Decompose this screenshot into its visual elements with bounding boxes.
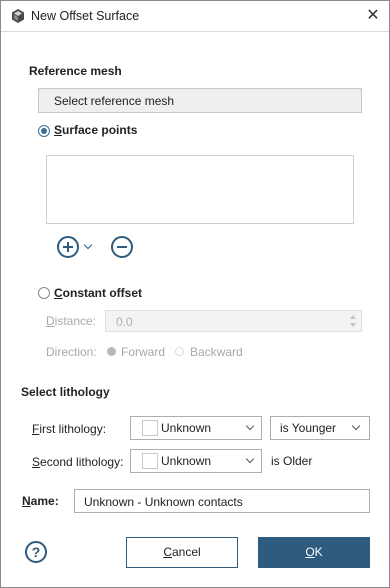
add-icon-v — [67, 242, 69, 252]
second-relation-text: is Older — [271, 454, 313, 468]
relation-value: is Younger — [280, 421, 337, 435]
constant-offset-label[interactable]: Constant offset — [54, 286, 142, 300]
dialog-window: New Offset Surface ✕ Reference mesh Sele… — [0, 0, 390, 588]
remove-icon[interactable] — [111, 236, 133, 258]
add-icon[interactable] — [57, 236, 79, 258]
second-lithology-swatch — [142, 453, 158, 469]
window-title: New Offset Surface — [31, 9, 140, 23]
ok-label-rest: K — [314, 545, 323, 559]
surface-points-label[interactable]: Surface points — [54, 123, 137, 137]
first-lithology-select[interactable]: Unknown — [130, 416, 262, 440]
surface-points-radio[interactable] — [38, 125, 50, 137]
first-lithology-value: Unknown — [161, 421, 212, 435]
relation-select[interactable]: is Younger — [270, 416, 370, 440]
forward-radio[interactable] — [107, 347, 116, 356]
backward-label: Backward — [190, 345, 243, 359]
second-lithology-select[interactable]: Unknown — [130, 449, 262, 473]
surface-points-list[interactable] — [46, 155, 354, 224]
name-input[interactable]: Unknown - Unknown contacts — [74, 489, 370, 513]
backward-radio[interactable] — [175, 347, 184, 356]
constant-offset-label-rest: onstant offset — [62, 286, 143, 300]
second-lithology-label: Second lithology: — [32, 455, 123, 469]
ok-mnemonic: O — [305, 545, 315, 559]
app-icon — [12, 9, 24, 23]
name-label: Name: — [22, 494, 59, 508]
chevron-down-icon — [245, 454, 255, 464]
help-icon[interactable]: ? — [25, 541, 47, 563]
select-lithology-heading: Select lithology — [21, 385, 110, 399]
ok-button[interactable]: OK — [258, 537, 370, 568]
spin-down-icon[interactable] — [350, 323, 356, 327]
second-lithology-label-rest: econd lithology: — [40, 455, 124, 469]
chevron-down-icon — [245, 421, 255, 431]
distance-label-rest: istance: — [54, 314, 97, 328]
cancel-label-rest: ancel — [171, 545, 201, 559]
second-lithology-value: Unknown — [161, 454, 212, 468]
close-icon[interactable]: ✕ — [363, 5, 383, 27]
reference-mesh-heading: Reference mesh — [29, 64, 122, 78]
direction-label: Direction: — [46, 345, 97, 359]
constant-offset-radio[interactable] — [38, 287, 50, 299]
constant-offset-mnemonic: C — [54, 286, 63, 300]
distance-input[interactable]: 0.0 — [105, 310, 362, 332]
first-lithology-swatch — [142, 420, 158, 436]
chevron-down-icon[interactable] — [83, 240, 93, 250]
distance-value: 0.0 — [116, 315, 133, 329]
title-bar: New Offset Surface ✕ — [1, 1, 389, 32]
chevron-down-icon — [351, 421, 361, 431]
name-label-rest: ame: — [30, 494, 59, 508]
first-lithology-label-rest: irst lithology: — [39, 422, 107, 436]
remove-icon-h — [117, 246, 127, 248]
distance-label: Distance: — [46, 314, 96, 328]
first-lithology-label: First lithology: — [32, 422, 106, 436]
cancel-button[interactable]: Cancel — [126, 537, 238, 568]
name-mnemonic: N — [22, 494, 31, 508]
distance-mnemonic: D — [46, 314, 55, 328]
cancel-mnemonic: C — [163, 545, 172, 559]
surface-points-label-rest: urface points — [62, 123, 138, 137]
select-reference-mesh-button[interactable]: Select reference mesh — [38, 88, 362, 113]
forward-label: Forward — [121, 345, 166, 359]
surface-points-mnemonic: S — [54, 123, 63, 137]
spin-up-icon[interactable] — [350, 315, 356, 319]
second-lithology-mnemonic: S — [32, 455, 41, 469]
